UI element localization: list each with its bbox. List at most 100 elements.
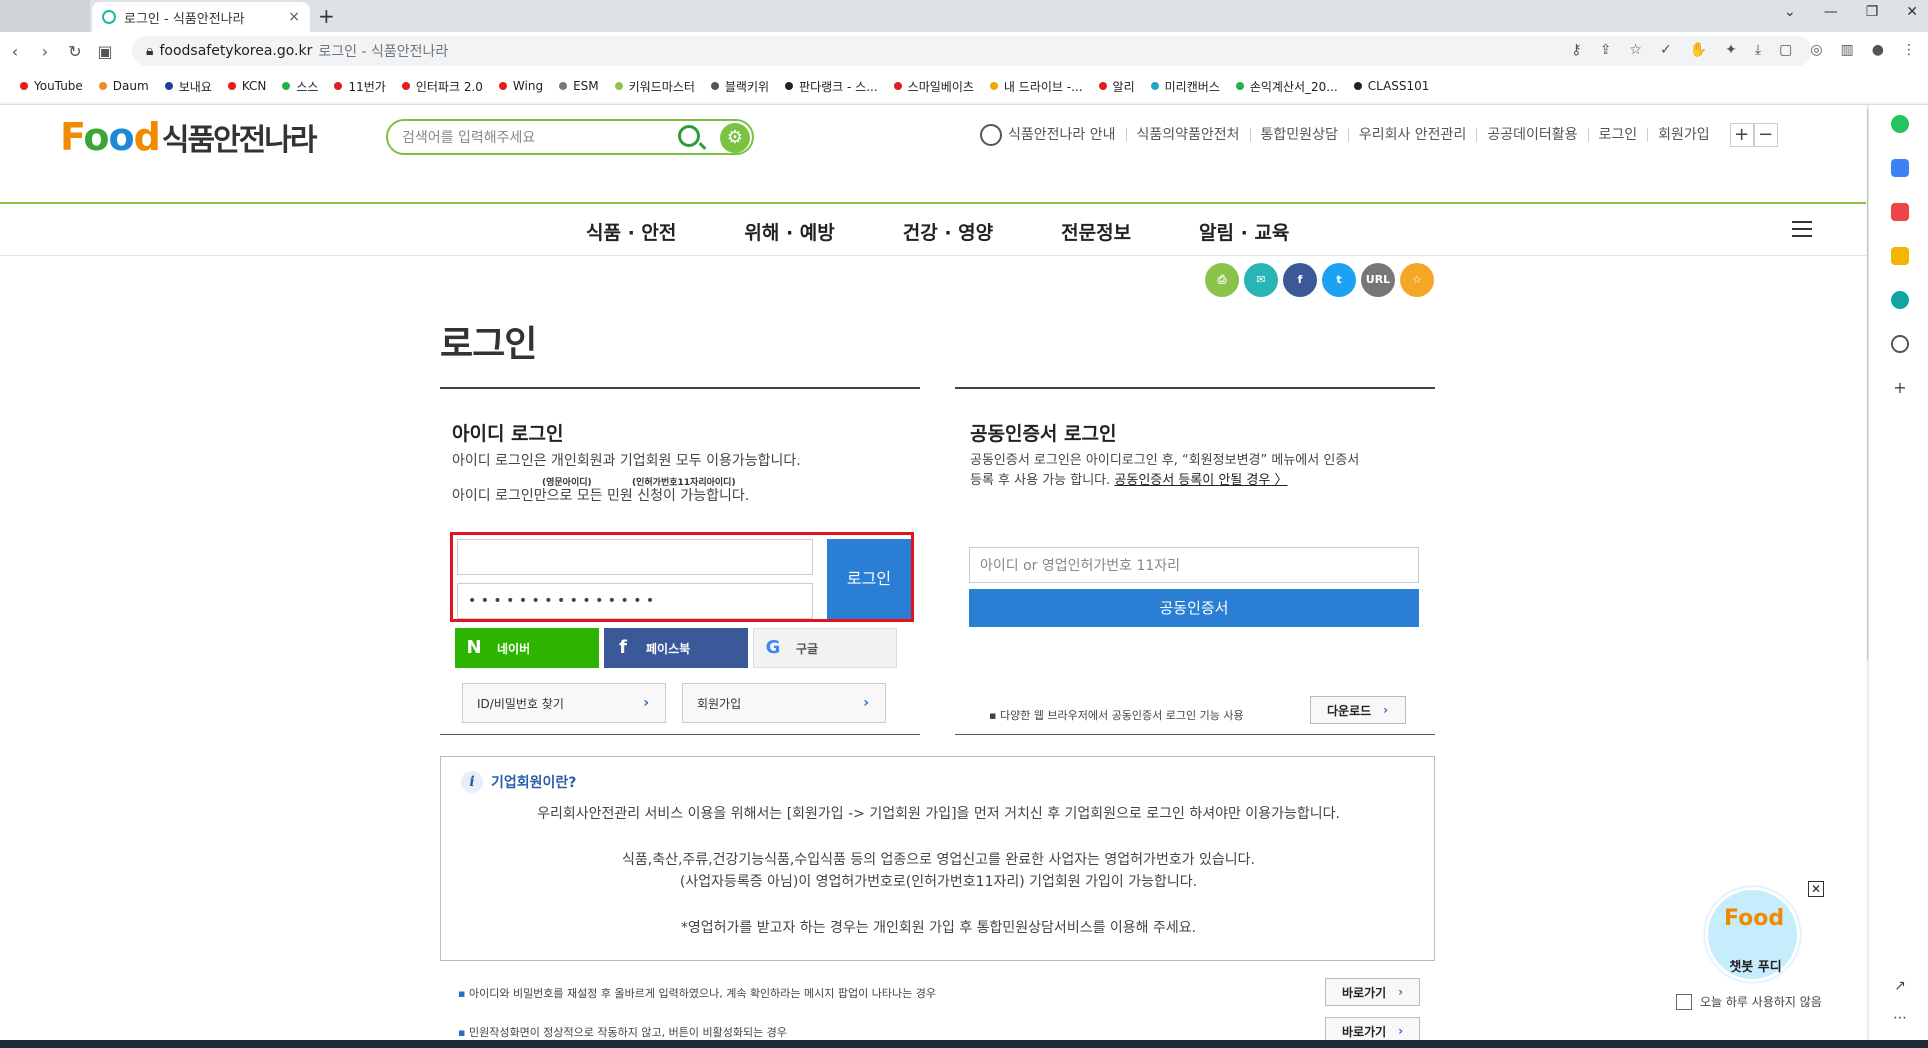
zoom-in-button[interactable]: + (1729, 123, 1754, 147)
util-nav-item[interactable]: 회원가입 (1647, 128, 1720, 142)
restore-icon[interactable]: ❐ (1866, 4, 1879, 20)
sidebar-toggle-icon[interactable]: ▥ (1841, 42, 1854, 58)
bookmark-star-icon[interactable]: ☆ (1629, 42, 1642, 58)
util-nav-item[interactable]: 식품안전나라 안내 (1008, 128, 1126, 142)
minimize-icon[interactable]: — (1824, 4, 1838, 20)
util-nav-item[interactable]: 공공데이터활용 (1476, 128, 1587, 142)
menu-dots-icon[interactable]: ⋮ (1902, 42, 1916, 58)
check-icon[interactable]: ✓ (1660, 42, 1672, 58)
bookmark-item[interactable]: Daum (98, 79, 149, 93)
cert-login-button[interactable]: 공동인증서 (969, 589, 1419, 627)
cert-login-desc1: 공동인증서 로그인은 아이디로그인 후, “회원정보변경” 메뉴에서 인증서 (970, 453, 1360, 468)
site-logo[interactable]: Food 식품안전나라 (60, 115, 317, 159)
main-nav-item[interactable]: 전문정보 (1061, 218, 1131, 245)
bookmark-item[interactable]: 내 드라이브 -... (989, 78, 1083, 95)
search-icon[interactable] (678, 125, 700, 147)
cert-id-input[interactable]: 아이디 or 영업인허가번호 11자리 (969, 547, 1419, 583)
bookmark-item[interactable]: 스스 (282, 78, 318, 95)
bookmark-item[interactable]: 보내요 (164, 78, 212, 95)
profile-avatar[interactable]: ● (1872, 42, 1884, 58)
reload-icon[interactable]: ↻ (60, 42, 90, 61)
main-nav-item[interactable]: 건강 · 영양 (903, 218, 993, 245)
pocket-icon[interactable] (1891, 203, 1909, 221)
id-input[interactable] (457, 539, 813, 575)
cert-help-link[interactable]: 공동인증서 등록이 안될 경우 〉 (1114, 473, 1287, 488)
calendar-icon[interactable] (1891, 159, 1909, 177)
globe-icon[interactable] (980, 124, 1002, 146)
bookmark-item[interactable]: 스마일베이츠 (893, 78, 974, 95)
bookmark-item[interactable]: 블랙키위 (710, 78, 769, 95)
password-input[interactable]: • • • • • • • • • • • • • • • (457, 583, 813, 619)
favorite-icon[interactable]: ☆ (1400, 263, 1434, 297)
twitter-icon[interactable]: t (1322, 263, 1356, 297)
capture-icon[interactable]: ▢ (1779, 42, 1792, 58)
pinned-tab[interactable] (0, 0, 90, 32)
util-nav-item[interactable]: 통합민원상담 (1249, 128, 1348, 142)
mail-icon[interactable]: ✉ (1244, 263, 1278, 297)
util-nav-item[interactable]: 식품의약품안전처 (1125, 128, 1250, 142)
hide-today-checkbox[interactable] (1676, 993, 1692, 1010)
bookmark-item[interactable]: YouTube (20, 79, 83, 93)
forward-icon[interactable]: › (30, 42, 60, 61)
url-icon[interactable]: URL (1361, 263, 1395, 297)
bookmark-item[interactable]: 알리 (1098, 78, 1135, 95)
bookmark-icon[interactable] (1891, 247, 1909, 265)
bookmark-item[interactable]: 판다랭크 - 스... (785, 78, 878, 95)
download-button[interactable]: 다운로드 › (1310, 696, 1406, 724)
new-tab-button[interactable]: + (318, 4, 335, 28)
key-icon[interactable]: ⚷ (1571, 42, 1581, 58)
login-button[interactable]: 로그인 (827, 539, 911, 619)
close-window-icon[interactable]: ✕ (1906, 4, 1918, 20)
bookmark-item[interactable]: 11번가 (334, 78, 386, 95)
zoom-out-button[interactable]: − (1753, 123, 1778, 147)
font-zoom-controls: + − (1729, 123, 1778, 147)
extension-icon[interactable]: ✋ (1690, 42, 1707, 58)
bookmark-item[interactable]: CLASS101 (1353, 79, 1429, 93)
close-tab-icon[interactable]: × (288, 9, 300, 25)
bookmark-item[interactable]: Wing (498, 79, 543, 93)
go-button[interactable]: 바로가기 › (1325, 1017, 1420, 1040)
active-tab[interactable]: 로그인 - 식품안전나라 × (92, 2, 310, 32)
chatbot-button[interactable]: Food 챗봇 푸디 (1705, 887, 1800, 982)
naver-login-button[interactable]: N 네이버 (455, 628, 599, 668)
go-button[interactable]: 바로가기 › (1325, 978, 1420, 1006)
site-search-input[interactable]: 검색어를 입력해주세요 ⚙ (386, 119, 754, 155)
util-nav-item[interactable]: 우리회사 안전관리 (1347, 128, 1477, 142)
address-bar[interactable]: 🔒︎ foodsafetykorea.go.kr 로그인 - 식품안전나라 (132, 36, 1812, 66)
add-panel-icon[interactable]: + (1891, 379, 1909, 397)
puzzle-icon[interactable]: ✦ (1725, 42, 1737, 58)
bookmark-item[interactable]: ESM (559, 79, 599, 93)
external-link-icon[interactable]: ↗ (1891, 977, 1909, 995)
search-settings-gear-icon[interactable]: ⚙ (720, 123, 750, 153)
main-nav-item[interactable]: 식품 · 안전 (586, 218, 676, 245)
main-nav-item[interactable]: 위해 · 예방 (744, 218, 834, 245)
bookmark-item[interactable]: 인터파크 2.0 (401, 78, 483, 95)
bookmark-item[interactable]: 키워드마스터 (614, 78, 695, 95)
print-icon[interactable]: ⎙ (1205, 263, 1239, 297)
chat-icon[interactable] (1891, 335, 1909, 353)
bookmark-item[interactable]: KCN (227, 79, 266, 93)
more-icon[interactable]: ⋯ (1891, 1009, 1909, 1027)
signup-label: 회원가입 (697, 696, 742, 711)
facebook-icon[interactable]: f (1283, 263, 1317, 297)
google-login-button[interactable]: G 구글 (753, 628, 897, 668)
back-icon[interactable]: ‹ (0, 42, 30, 61)
share-icon[interactable]: ⇪ (1600, 42, 1612, 58)
find-id-password-button[interactable]: ID/비밀번호 찾기 › (462, 683, 666, 723)
info-line-4: *영업허가를 받고자 하는 경우는 개인회원 가입 후 통합민원상담서비스를 이… (680, 920, 1197, 936)
sidebar-app-icon[interactable] (1891, 115, 1909, 133)
signup-button[interactable]: 회원가입 › (682, 683, 886, 723)
naver-whale-icon[interactable]: ▣ (90, 42, 120, 61)
facebook-login-button[interactable]: f 페이스북 (604, 628, 748, 668)
download-icon[interactable]: ⤓ (1755, 42, 1761, 58)
tab-search-icon[interactable]: ⌄ (1784, 4, 1796, 20)
bookmark-item[interactable]: 손익계산서_20... (1235, 78, 1338, 95)
hide-today-option[interactable]: 오늘 하루 사용하지 않음 (1676, 993, 1822, 1010)
camera-icon[interactable]: ◎ (1810, 42, 1822, 58)
chatbot-close-icon[interactable]: ✕ (1808, 881, 1824, 897)
main-nav-item[interactable]: 알림 · 교육 (1199, 218, 1289, 245)
hamburger-menu-icon[interactable] (1792, 221, 1812, 237)
bookmark-item[interactable]: 미리캔버스 (1150, 78, 1220, 95)
util-nav-item[interactable]: 로그인 (1587, 128, 1648, 142)
edge-icon[interactable] (1891, 291, 1909, 309)
